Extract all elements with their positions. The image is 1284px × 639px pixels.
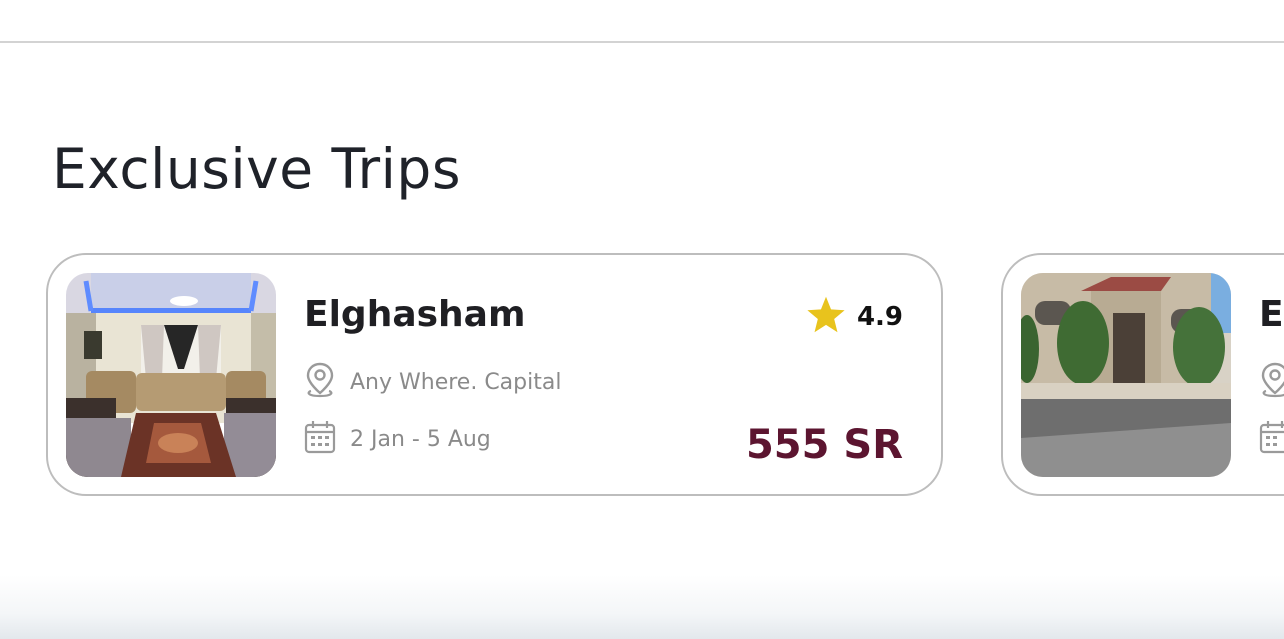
page: Exclusive Trips Elghasham 4.9 Any Where.… <box>0 0 1284 639</box>
trip-name: E <box>1259 294 1284 335</box>
trip-dates: 2 Jan - 5 Aug <box>304 420 491 458</box>
trip-rating: 4.9 <box>805 295 903 339</box>
trip-card[interactable]: E <box>1001 253 1284 496</box>
trip-name: Elghasham <box>304 294 526 335</box>
trip-location <box>1259 361 1284 403</box>
trip-card[interactable]: Elghasham 4.9 Any Where. Capital 2 Jan -… <box>46 253 943 496</box>
rating-value: 4.9 <box>856 302 903 332</box>
map-pin-icon <box>304 361 336 403</box>
calendar-icon <box>1259 420 1284 458</box>
trip-image <box>1021 273 1231 477</box>
calendar-icon <box>304 420 336 458</box>
map-pin-icon <box>1259 361 1284 403</box>
section-title: Exclusive Trips <box>52 137 461 201</box>
trip-dates <box>1259 420 1284 458</box>
trip-location: Any Where. Capital <box>304 361 561 403</box>
trip-price: 555 SR <box>745 422 903 468</box>
dates-text: 2 Jan - 5 Aug <box>350 426 491 452</box>
location-text: Any Where. Capital <box>350 369 562 395</box>
star-icon <box>805 295 847 339</box>
header-divider <box>0 41 1284 43</box>
trip-image <box>66 273 276 477</box>
bottom-fade <box>0 575 1284 639</box>
